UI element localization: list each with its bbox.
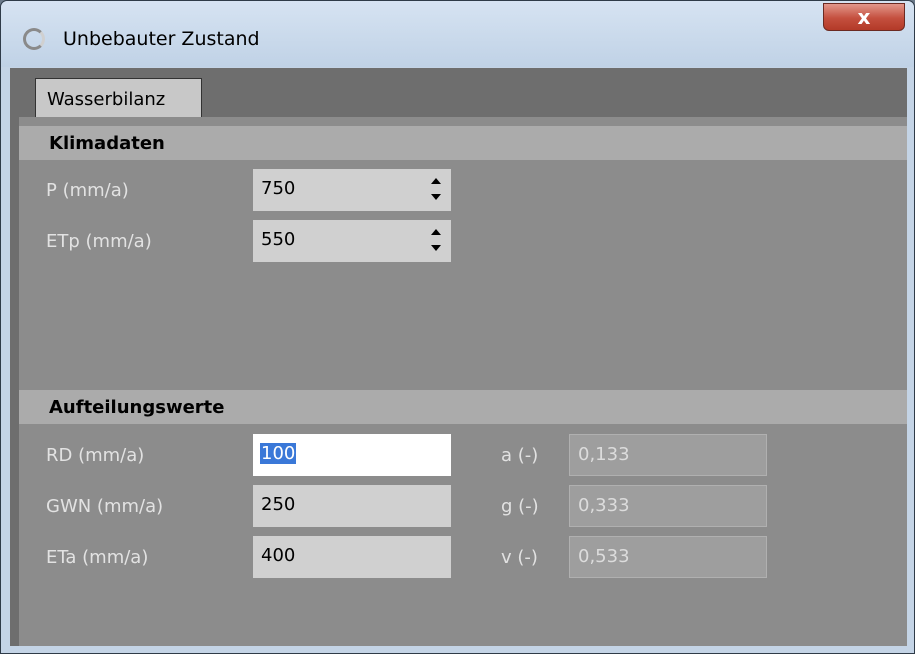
tab-panel bbox=[19, 117, 907, 646]
label-etp: ETp (mm/a) bbox=[46, 231, 152, 252]
window-title: Unbebauter Zustand bbox=[63, 28, 260, 50]
etp-spinbox[interactable]: 550 bbox=[253, 220, 451, 262]
label-eta: ETa (mm/a) bbox=[46, 547, 149, 568]
app-ring-icon bbox=[23, 28, 45, 50]
dialog-window: Unbebauter Zustand x Wasserbilanz Klimad… bbox=[0, 0, 915, 654]
tab-strip: Wasserbilanz bbox=[10, 68, 907, 120]
a-value: 0,133 bbox=[578, 444, 630, 465]
g-field: 0,333 bbox=[569, 485, 767, 527]
v-value: 0,533 bbox=[578, 546, 630, 567]
close-icon: x bbox=[857, 5, 871, 29]
spinner-arrows-icon[interactable] bbox=[431, 225, 441, 257]
label-g: g (-) bbox=[501, 496, 539, 517]
tab-label: Wasserbilanz bbox=[47, 89, 166, 110]
a-field: 0,133 bbox=[569, 434, 767, 476]
label-p: P (mm/a) bbox=[46, 180, 129, 201]
g-value: 0,333 bbox=[578, 495, 630, 516]
rd-input[interactable]: 100 bbox=[253, 434, 451, 476]
eta-input[interactable]: 400 bbox=[253, 536, 451, 578]
close-button[interactable]: x bbox=[823, 3, 905, 31]
label-a: a (-) bbox=[501, 445, 539, 466]
label-gwn: GWN (mm/a) bbox=[46, 496, 164, 517]
label-rd: RD (mm/a) bbox=[46, 445, 145, 466]
etp-value: 550 bbox=[261, 229, 296, 250]
section-klimadaten: Klimadaten bbox=[19, 126, 907, 160]
gwn-input[interactable]: 250 bbox=[253, 485, 451, 527]
p-value: 750 bbox=[261, 178, 296, 199]
section-aufteilungswerte: Aufteilungswerte bbox=[19, 390, 907, 424]
rd-value: 100 bbox=[260, 443, 297, 464]
label-v: v (-) bbox=[501, 547, 538, 568]
v-field: 0,533 bbox=[569, 536, 767, 578]
title-bar[interactable]: Unbebauter Zustand x bbox=[1, 1, 914, 67]
section-title: Klimadaten bbox=[49, 133, 165, 154]
section-title: Aufteilungswerte bbox=[49, 397, 225, 418]
spinner-arrows-icon[interactable] bbox=[431, 174, 441, 206]
eta-value: 400 bbox=[261, 545, 296, 566]
gwn-value: 250 bbox=[261, 494, 296, 515]
tab-wasserbilanz[interactable]: Wasserbilanz bbox=[35, 78, 202, 120]
p-spinbox[interactable]: 750 bbox=[253, 169, 451, 211]
client-area: Wasserbilanz Klimadaten P (mm/a) 750 ETp… bbox=[10, 68, 907, 646]
